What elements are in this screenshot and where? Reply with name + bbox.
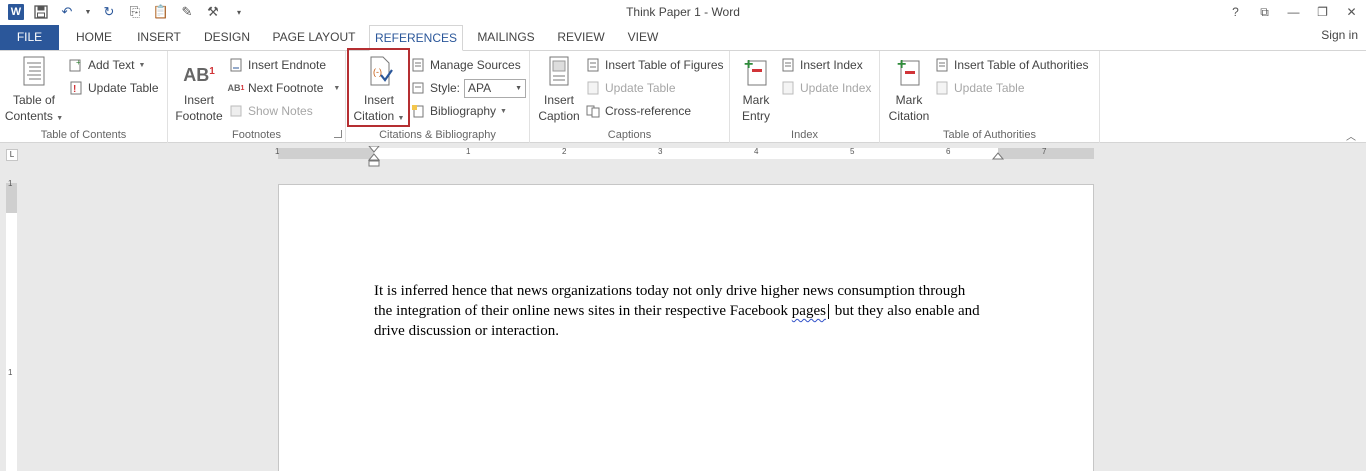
tab-design[interactable]: DESIGN <box>196 25 258 50</box>
update-table-icon: ! <box>68 80 84 96</box>
group-captions: Insert Caption Insert Table of Figures U… <box>530 51 730 143</box>
tab-home[interactable]: HOME <box>66 25 122 50</box>
manage-sources-icon <box>410 57 426 73</box>
ribbon-display-options-icon[interactable]: ⧉ <box>1250 0 1279 24</box>
group-label-toc: Table of Contents <box>40 129 127 141</box>
add-text-button[interactable]: + Add Text ▼ <box>68 55 145 75</box>
mark-citation-button[interactable]: + Mark Citation <box>884 55 934 124</box>
title-bar: W ↶ ▼ ↻ ⎘ 📋 ✎ ⚒ ▾ Think Paper 1 - Word ?… <box>0 0 1366 25</box>
undo-dropdown-icon[interactable]: ▼ <box>84 3 92 21</box>
undo-icon[interactable]: ↶ <box>58 3 76 21</box>
insert-caption-button[interactable]: Insert Caption <box>534 55 584 124</box>
paste-icon[interactable]: 📋 <box>152 3 170 21</box>
bibliography-icon <box>410 103 426 119</box>
insert-footnote-button[interactable]: AB1 Insert Footnote <box>172 55 226 124</box>
group-table-of-contents: Table of Contents ▼ + Add Text ▼ ! Update… <box>0 51 168 143</box>
update-table-figures-icon <box>585 80 601 96</box>
ribbon: Table of Contents ▼ + Add Text ▼ ! Update… <box>0 50 1366 143</box>
group-index: + Mark Entry Insert Index Update Index I… <box>730 51 880 143</box>
insert-table-of-authorities-button[interactable]: Insert Table of Authorities <box>934 55 1089 75</box>
document-area: L 1 1 2 3 4 5 6 7 1 1 It is inferred hen… <box>0 143 1366 471</box>
insert-citation-highlight <box>347 48 410 127</box>
right-indent-marker-icon[interactable] <box>992 152 1004 160</box>
tab-page-layout[interactable]: PAGE LAYOUT <box>266 25 362 50</box>
svg-text:+: + <box>897 56 906 73</box>
close-icon[interactable]: ✕ <box>1337 0 1366 24</box>
document-paragraph[interactable]: It is inferred hence that news organizat… <box>374 281 984 341</box>
group-label-footnotes: Footnotes <box>232 129 281 141</box>
word-logo-icon[interactable]: W <box>8 4 24 20</box>
group-footnotes: AB1 Insert Footnote Insert Endnote AB 1 N… <box>168 51 346 143</box>
insert-index-button[interactable]: Insert Index <box>780 55 863 75</box>
restore-icon[interactable]: ❐ <box>1308 0 1337 24</box>
update-table-authorities-icon <box>934 80 950 96</box>
table-of-figures-icon <box>585 57 601 73</box>
insert-endnote-icon <box>228 57 244 73</box>
style-selector: Style: APA ▼ <box>410 78 527 98</box>
group-table-of-authorities: + Mark Citation Insert Table of Authorit… <box>880 51 1100 143</box>
svg-text:!: ! <box>73 84 76 95</box>
redo-icon[interactable]: ↻ <box>100 3 118 21</box>
mark-citation-icon: + <box>893 55 925 89</box>
update-index-icon <box>780 80 796 96</box>
manage-sources-button[interactable]: Manage Sources <box>410 55 521 75</box>
ribbon-tabs: FILE HOME INSERT DESIGN PAGE LAYOUT REFE… <box>0 25 1366 51</box>
next-footnote-icon: AB 1 <box>227 83 245 93</box>
bibliography-button[interactable]: Bibliography ▼ <box>410 101 507 121</box>
vertical-ruler[interactable]: 1 1 <box>6 179 17 471</box>
indent-marker-icon[interactable] <box>368 146 380 168</box>
edit-icon[interactable]: ✎ <box>178 3 196 21</box>
svg-text:+: + <box>76 58 81 67</box>
save-icon[interactable] <box>32 3 50 21</box>
sign-in-link[interactable]: Sign in <box>1321 25 1358 50</box>
tab-selector-icon[interactable]: L <box>6 149 18 161</box>
show-notes-icon <box>228 103 244 119</box>
update-table-button[interactable]: ! Update Table <box>68 78 159 98</box>
tab-file[interactable]: FILE <box>0 25 59 50</box>
update-table-authorities-button[interactable]: Update Table <box>934 78 1025 98</box>
document-page[interactable]: It is inferred hence that news organizat… <box>278 184 1094 471</box>
svg-text:+: + <box>744 56 753 73</box>
customize-toolbar-icon[interactable]: ▾ <box>230 3 248 21</box>
chevron-down-icon: ▼ <box>515 84 523 92</box>
tab-mailings[interactable]: MAILINGS <box>470 25 542 50</box>
quick-access-toolbar: W ↶ ▼ ↻ ⎘ 📋 ✎ ⚒ ▾ <box>8 3 248 21</box>
insert-caption-icon <box>543 55 575 89</box>
next-footnote-button[interactable]: AB 1 Next Footnote ▼ <box>227 78 341 98</box>
style-icon <box>410 80 426 96</box>
insert-index-icon <box>780 57 796 73</box>
mark-entry-button[interactable]: + Mark Entry <box>734 55 778 124</box>
footnotes-dialog-launcher-icon[interactable] <box>334 130 342 138</box>
update-table-figures-button[interactable]: Update Table <box>585 78 676 98</box>
group-label-index: Index <box>791 129 818 141</box>
insert-footnote-icon: AB1 <box>183 65 215 85</box>
tab-insert[interactable]: INSERT <box>130 25 188 50</box>
cross-reference-button[interactable]: Cross-reference <box>585 101 691 121</box>
table-of-authorities-icon <box>934 57 950 73</box>
collapse-ribbon-icon[interactable]: ︿ <box>1346 128 1356 143</box>
table-of-contents-button[interactable]: Table of Contents ▼ <box>4 55 64 127</box>
group-label-captions: Captions <box>607 129 652 141</box>
mark-entry-icon: + <box>740 55 772 89</box>
horizontal-ruler[interactable]: 1 1 2 3 4 5 6 7 <box>275 146 1094 167</box>
add-text-icon: + <box>68 57 84 73</box>
group-label-toa: Table of Authorities <box>943 129 1036 141</box>
copy-icon[interactable]: ⎘ <box>126 3 144 21</box>
text-cursor <box>827 304 829 320</box>
citation-style-dropdown[interactable]: APA ▼ <box>464 78 527 98</box>
cross-reference-icon <box>585 103 601 119</box>
help-icon[interactable]: ? <box>1221 0 1250 24</box>
minimize-icon[interactable]: — <box>1279 0 1308 24</box>
group-label-citations: Citations & Bibliography <box>379 129 496 141</box>
insert-table-of-figures-button[interactable]: Insert Table of Figures <box>585 55 724 75</box>
format-painter-icon[interactable]: ⚒ <box>204 3 222 21</box>
show-notes-button[interactable]: Show Notes <box>228 101 313 121</box>
tab-view[interactable]: VIEW <box>620 25 666 50</box>
spelling-flagged-word[interactable]: pages <box>792 303 826 319</box>
tab-review[interactable]: REVIEW <box>550 25 612 50</box>
table-of-contents-icon <box>18 55 50 89</box>
update-index-button[interactable]: Update Index <box>780 78 871 98</box>
insert-endnote-button[interactable]: Insert Endnote <box>228 55 326 75</box>
